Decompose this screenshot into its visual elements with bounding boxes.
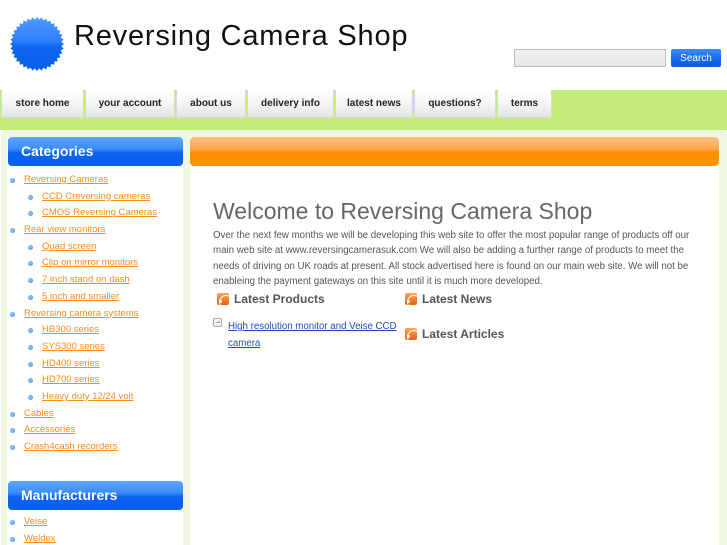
nav-tab-latest-news[interactable]: latest news <box>335 90 413 118</box>
manufacturers-heading: Manufacturers <box>8 481 183 510</box>
sidebar-link[interactable]: Heavy duty 12/24 volt <box>42 391 133 402</box>
sidebar-link[interactable]: Accessories <box>24 424 75 435</box>
main-header-bar <box>190 137 719 166</box>
search-input[interactable] <box>514 49 666 67</box>
sidebar-list-item: Reversing camera systems <box>8 306 157 323</box>
bullet-icon <box>10 428 15 434</box>
sidebar-list-item: Crash4cash recorders <box>8 439 157 456</box>
site-title[interactable]: Reversing Camera Shop <box>74 20 408 53</box>
sidebar-link[interactable]: Rear view monitors <box>24 224 105 235</box>
bullet-icon <box>10 178 15 183</box>
sidebar-list-item: Quad screen <box>8 239 157 256</box>
latest-news-heading: Latest News <box>405 292 492 306</box>
sidebar-list-item: HD400 series <box>8 356 157 373</box>
welcome-title: Welcome to Reversing Camera Shop <box>213 198 593 224</box>
bullet-icon <box>10 228 15 234</box>
sidebar-link[interactable]: Veise <box>24 516 47 527</box>
sidebar-link[interactable]: Reversing Cameras <box>24 174 108 185</box>
bullet-icon <box>28 261 33 267</box>
main-nav: store home your account about us deliver… <box>1 90 553 118</box>
categories-list: Reversing Cameras CCD Creversing cameras C… <box>8 172 157 456</box>
bullet-icon <box>28 294 33 300</box>
sidebar-list-item: Clip on mirror monitors <box>8 255 157 272</box>
sidebar-list-item: Weldex <box>8 531 56 545</box>
sidebar-link[interactable]: Weldex <box>24 533 56 544</box>
bullet-icon <box>28 378 33 384</box>
bullet-icon <box>28 194 33 200</box>
rss-icon[interactable] <box>217 293 229 305</box>
sidebar-link[interactable]: CMOS Reversing Cameras <box>42 207 157 218</box>
sidebar-list-item: 7 inch stand on dash <box>8 272 157 289</box>
sidebar-link[interactable]: Quad screen <box>42 241 96 252</box>
sidebar-link[interactable]: Clip on mirror monitors <box>42 257 138 268</box>
sidebar-link[interactable]: HB300 series <box>42 324 99 335</box>
sidebar-link[interactable]: CCD Creversing cameras <box>42 191 150 202</box>
sidebar-list-item: Accessories <box>8 422 157 439</box>
sidebar-link[interactable]: 5 inch and smaller <box>42 291 119 302</box>
sidebar-link[interactable]: SYS300 series <box>42 341 105 352</box>
latest-articles-heading: Latest Articles <box>405 327 504 341</box>
logo-burst-icon <box>10 17 64 71</box>
latest-news-title: Latest News <box>422 292 493 306</box>
rss-icon[interactable] <box>405 328 417 340</box>
rss-icon[interactable] <box>405 293 417 305</box>
sidebar-list-item: Rear view monitors <box>8 222 157 239</box>
bullet-icon <box>28 344 33 350</box>
sidebar-link[interactable]: Cables <box>24 408 54 419</box>
bullet-icon <box>10 411 15 417</box>
nav-tab-your-account[interactable]: your account <box>85 90 175 118</box>
sidebar-list-item: CCD Creversing cameras <box>8 189 157 206</box>
bullet-icon <box>10 311 15 317</box>
product-link[interactable]: High resolution monitor and Veise CCD ca… <box>228 318 413 352</box>
nav-tab-about-us[interactable]: about us <box>176 90 246 118</box>
bullet-icon <box>10 520 15 525</box>
latest-products-title: Latest Products <box>234 292 325 306</box>
sidebar-list-item: Reversing Cameras <box>8 172 157 189</box>
bullet-icon <box>28 278 33 284</box>
sidebar-link[interactable]: Reversing camera systems <box>24 308 139 319</box>
arrow-bullet-icon: → <box>213 318 222 327</box>
sidebar-list-item: CMOS Reversing Cameras <box>8 205 157 222</box>
sidebar-list-item: HD700 series <box>8 372 157 389</box>
bullet-icon <box>10 536 15 542</box>
bullet-icon <box>28 328 33 334</box>
bullet-icon <box>28 211 33 217</box>
bullet-icon <box>28 394 33 400</box>
nav-tab-delivery-info[interactable]: delivery info <box>247 90 334 118</box>
nav-tab-store-home[interactable]: store home <box>1 90 84 118</box>
nav-tab-questions[interactable]: questions? <box>414 90 496 118</box>
search-button[interactable]: Search <box>671 49 721 67</box>
bullet-icon <box>28 361 33 367</box>
sidebar-list-item: 5 inch and smaller <box>8 289 157 306</box>
latest-products-heading: Latest Products <box>217 292 325 306</box>
bullet-icon <box>10 445 15 450</box>
sidebar-list-item: Heavy duty 12/24 volt <box>8 389 157 406</box>
sidebar-link[interactable]: HD700 series <box>42 374 100 385</box>
manufacturers-list: Veise Weldex <box>8 514 56 545</box>
sidebar-link[interactable]: Crash4cash recorders <box>24 441 117 452</box>
sidebar-list-item: Cables <box>8 406 157 423</box>
welcome-text: Over the next few months we will be deve… <box>213 230 690 287</box>
sidebar-list-item: SYS300 series <box>8 339 157 356</box>
sidebar-list-item: HB300 series <box>8 322 157 339</box>
categories-heading: Categories <box>8 137 183 166</box>
sidebar-link[interactable]: 7 inch stand on dash <box>42 274 130 285</box>
bullet-icon <box>28 244 33 250</box>
nav-tab-terms[interactable]: terms <box>497 90 552 118</box>
sidebar-link[interactable]: HD400 series <box>42 358 100 369</box>
latest-articles-title: Latest Articles <box>422 327 505 341</box>
sidebar-list-item: Veise <box>8 514 56 531</box>
